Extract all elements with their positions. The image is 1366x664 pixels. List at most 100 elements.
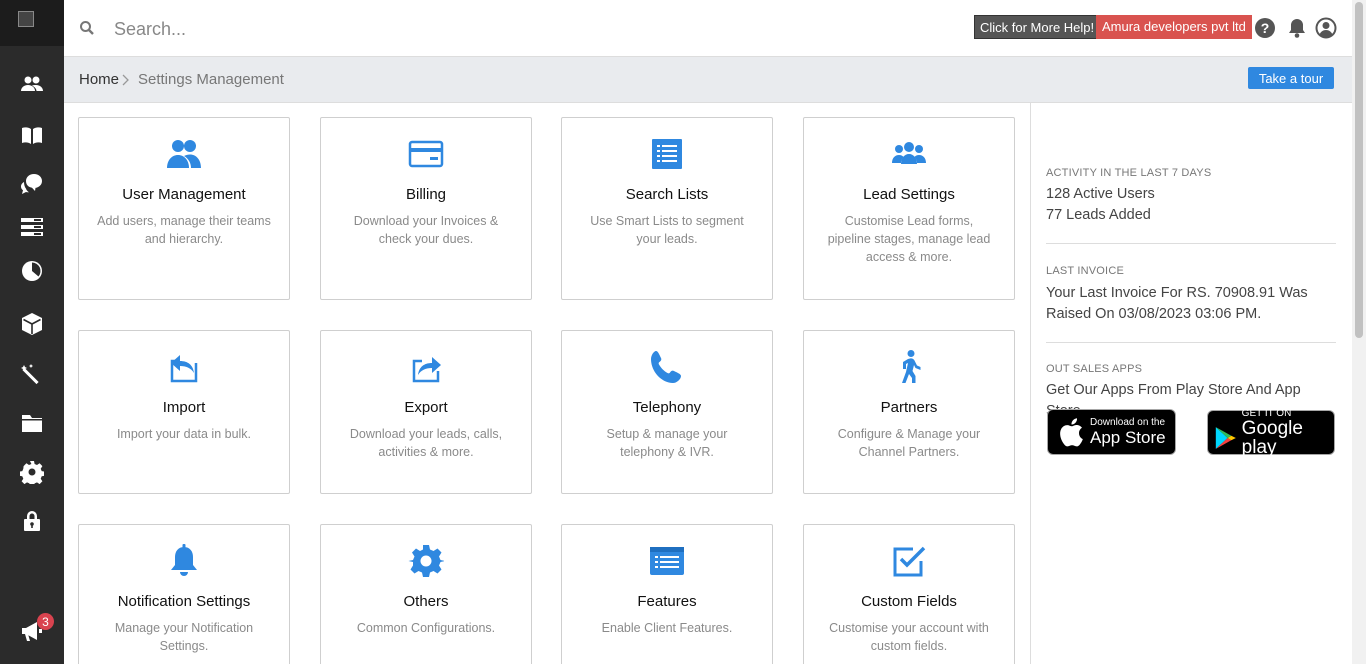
card-lead-settings[interactable]: Lead Settings Customise Lead forms, pipe… — [803, 117, 1015, 300]
google-play-big-text: Google play — [1241, 418, 1303, 458]
bell-icon — [171, 544, 197, 576]
gear-icon[interactable] — [0, 452, 64, 492]
book-icon[interactable] — [0, 116, 64, 156]
card-description: Manage your Notification Settings. — [114, 621, 254, 653]
card-description: Add users, manage their teams and hierar… — [97, 214, 271, 246]
card-title: User Management — [122, 186, 246, 203]
card-partners[interactable]: Partners Configure & Manage your Channel… — [803, 330, 1015, 494]
lock-icon[interactable] — [0, 501, 64, 541]
card-description: Enable Client Features. — [601, 621, 733, 635]
magic-wand-icon[interactable] — [0, 355, 64, 395]
card-title: Billing — [405, 186, 447, 203]
profile-icon[interactable] — [1315, 17, 1337, 39]
top-bar: Click for More Help! Amura developers pv… — [64, 0, 1352, 57]
card-title: Custom Fields — [861, 593, 957, 610]
list-icon — [652, 139, 682, 169]
card-title: Export — [404, 399, 448, 416]
card-description: Common Configurations. — [356, 621, 496, 635]
card-import[interactable]: Import Import your data in bulk. — [78, 330, 290, 494]
card-title: Partners — [880, 399, 938, 416]
leads-added-count: 77 Leads Added — [1046, 207, 1151, 223]
card-description: Configure & Manage your Channel Partners… — [837, 427, 981, 459]
card-title: Lead Settings — [863, 186, 955, 203]
megaphone-icon[interactable] — [0, 611, 64, 651]
activity-label: ACTIVITY IN THE LAST 7 DAYS — [1046, 167, 1212, 179]
google-play-text: GET IT ON Google play — [1242, 408, 1334, 457]
app-store-text: Download on the App Store — [1090, 417, 1166, 447]
card-others[interactable]: Others Common Configurations. — [320, 524, 532, 664]
google-play-badge[interactable]: GET IT ON Google play — [1207, 408, 1335, 457]
card-billing[interactable]: Billing Download your Invoices & check y… — [320, 117, 532, 300]
help-icon[interactable]: ? — [1254, 17, 1276, 39]
app-store-small-text: Download on the — [1090, 417, 1166, 428]
card-title: Features — [637, 593, 697, 610]
group-icon — [892, 142, 926, 164]
company-switcher-button[interactable]: Amura developers pvt ltd — [1096, 15, 1252, 39]
card-description: Download your leads, calls, activities &… — [349, 427, 503, 459]
card-export[interactable]: Export Download your leads, calls, activ… — [320, 330, 532, 494]
export-icon — [412, 357, 441, 383]
users-icon — [167, 140, 201, 168]
google-play-icon — [1215, 426, 1236, 449]
card-description: Customise your account with custom field… — [829, 621, 989, 653]
invoice-text: Your Last Invoice For RS. 70908.91 Was R… — [1046, 285, 1308, 322]
card-user-management[interactable]: User Management Add users, manage their … — [78, 117, 290, 300]
divider — [1046, 342, 1336, 343]
bell-icon[interactable] — [1286, 17, 1308, 39]
active-users-count: 128 Active Users — [1046, 186, 1155, 202]
card-features[interactable]: Features Enable Client Features. — [561, 524, 773, 664]
divider — [1046, 243, 1336, 244]
search-icon — [80, 21, 94, 35]
summary-panel: ACTIVITY IN THE LAST 7 DAYS 128 Active U… — [1030, 103, 1352, 664]
card-notification-settings[interactable]: Notification Settings Manage your Notifi… — [78, 524, 290, 664]
page-scrollbar[interactable] — [1352, 0, 1366, 664]
svg-text:?: ? — [1261, 20, 1270, 36]
card-description: Customise Lead forms, pipeline stages, m… — [827, 214, 991, 264]
invoice-label: LAST INVOICE — [1046, 265, 1124, 277]
pie-chart-icon[interactable] — [0, 251, 64, 291]
credit-card-icon — [408, 140, 444, 168]
search-input[interactable] — [114, 12, 634, 46]
feature-list-icon — [650, 547, 684, 575]
card-description: Download your Invoices & check your dues… — [353, 214, 499, 246]
logo[interactable] — [0, 0, 64, 46]
card-custom-fields[interactable]: Custom Fields Customise your account wit… — [803, 524, 1015, 664]
gear-icon — [408, 545, 444, 577]
invoice-section: LAST INVOICE Your Last Invoice For RS. 7… — [1046, 265, 1336, 325]
list-icon[interactable] — [0, 207, 64, 247]
breadcrumb-separator — [122, 71, 130, 89]
sidebar: 3 — [0, 0, 64, 664]
checkbox-icon — [893, 546, 926, 577]
app-store-big-text: App Store — [1090, 428, 1166, 447]
card-title: Telephony — [632, 399, 702, 416]
card-title: Search Lists — [625, 186, 709, 203]
phone-icon — [651, 351, 681, 383]
scrollbar-thumb[interactable] — [1355, 2, 1363, 338]
card-title: Import — [162, 399, 206, 416]
card-description: Import your data in bulk. — [116, 427, 252, 441]
card-telephony[interactable]: Telephony Setup & manage your telephony … — [561, 330, 773, 494]
breadcrumb-current: Settings Management — [138, 71, 284, 88]
chat-icon[interactable] — [0, 164, 64, 204]
apps-label: OUT SALES APPS — [1046, 363, 1143, 375]
settings-grid: User Management Add users, manage their … — [64, 103, 1030, 664]
card-title: Notification Settings — [117, 593, 251, 610]
walking-person-icon — [902, 350, 921, 383]
card-search-lists[interactable]: Search Lists Use Smart Lists to segment … — [561, 117, 773, 300]
breadcrumb: Home Settings Management Take a tour — [64, 57, 1352, 103]
card-description: Use Smart Lists to segment your leads. — [590, 214, 744, 246]
activity-section: ACTIVITY IN THE LAST 7 DAYS 128 Active U… — [1046, 167, 1336, 226]
breadcrumb-home[interactable]: Home — [79, 71, 119, 88]
card-title: Others — [403, 593, 449, 610]
notification-count-badge: 3 — [37, 613, 54, 630]
take-tour-button[interactable]: Take a tour — [1248, 67, 1334, 89]
card-description: Setup & manage your telephony & IVR. — [606, 427, 728, 459]
users-icon[interactable] — [0, 64, 64, 104]
cube-icon[interactable] — [0, 304, 64, 344]
import-icon — [170, 355, 198, 383]
apple-icon — [1060, 418, 1083, 447]
folder-icon[interactable] — [0, 403, 64, 443]
more-help-button[interactable]: Click for More Help! — [974, 15, 1101, 39]
chevron-right-icon — [122, 74, 129, 86]
app-store-badge[interactable]: Download on the App Store — [1047, 409, 1176, 455]
